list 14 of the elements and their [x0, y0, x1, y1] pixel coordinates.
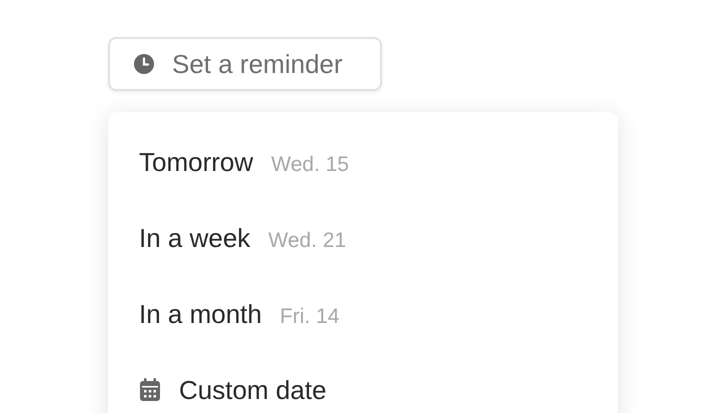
menu-item[interactable]: In a week Wed. 21 [139, 218, 618, 258]
item-date: Wed. 21 [268, 228, 346, 254]
clock-icon [134, 54, 154, 74]
item-label: In a week [139, 222, 250, 255]
item-label: In a month [139, 298, 262, 331]
menu-item[interactable]: Tomorrow Wed. 15 [139, 142, 618, 182]
menu-item[interactable]: In a month Fri. 14 [139, 294, 618, 334]
calendar-icon [139, 378, 161, 402]
item-label: Custom date [179, 374, 326, 406]
item-date: Wed. 15 [271, 152, 349, 178]
menu-item[interactable]: Custom date [139, 370, 618, 410]
item-date: Fri. 14 [280, 304, 340, 330]
item-label: Tomorrow [139, 146, 254, 179]
reminder-button[interactable]: Set a reminder [108, 37, 382, 91]
